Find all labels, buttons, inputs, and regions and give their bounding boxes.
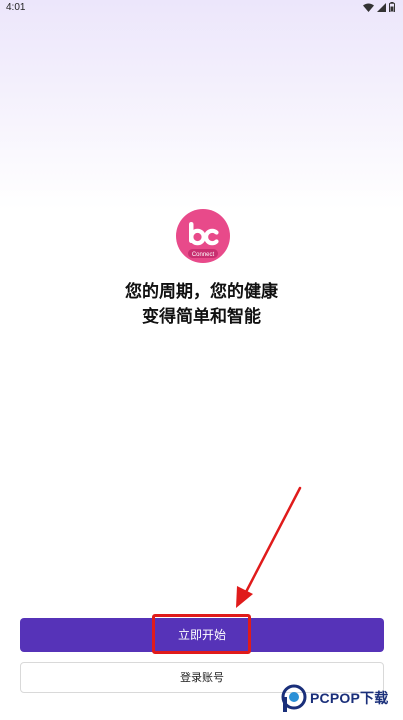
watermark: PCPOP下载	[280, 684, 400, 718]
bc-connect-logo-icon: Connect	[176, 209, 230, 263]
annotation-arrow	[236, 486, 302, 608]
app-logo: Connect	[176, 209, 230, 263]
logo-caption: Connect	[192, 252, 215, 258]
status-time: 4:01	[6, 2, 26, 13]
status-bar: 4:01	[0, 0, 403, 18]
status-icons	[363, 2, 395, 12]
watermark-logo-icon	[281, 684, 307, 712]
slogan-line-2: 变得简单和智能	[142, 307, 261, 327]
signal-icon	[377, 2, 386, 12]
start-now-button[interactable]	[20, 618, 384, 652]
battery-icon	[389, 2, 395, 12]
wifi-icon	[363, 3, 374, 12]
slogan-line-1: 您的周期，您的健康	[125, 282, 278, 302]
watermark-text: PCPOP下载	[310, 690, 389, 706]
